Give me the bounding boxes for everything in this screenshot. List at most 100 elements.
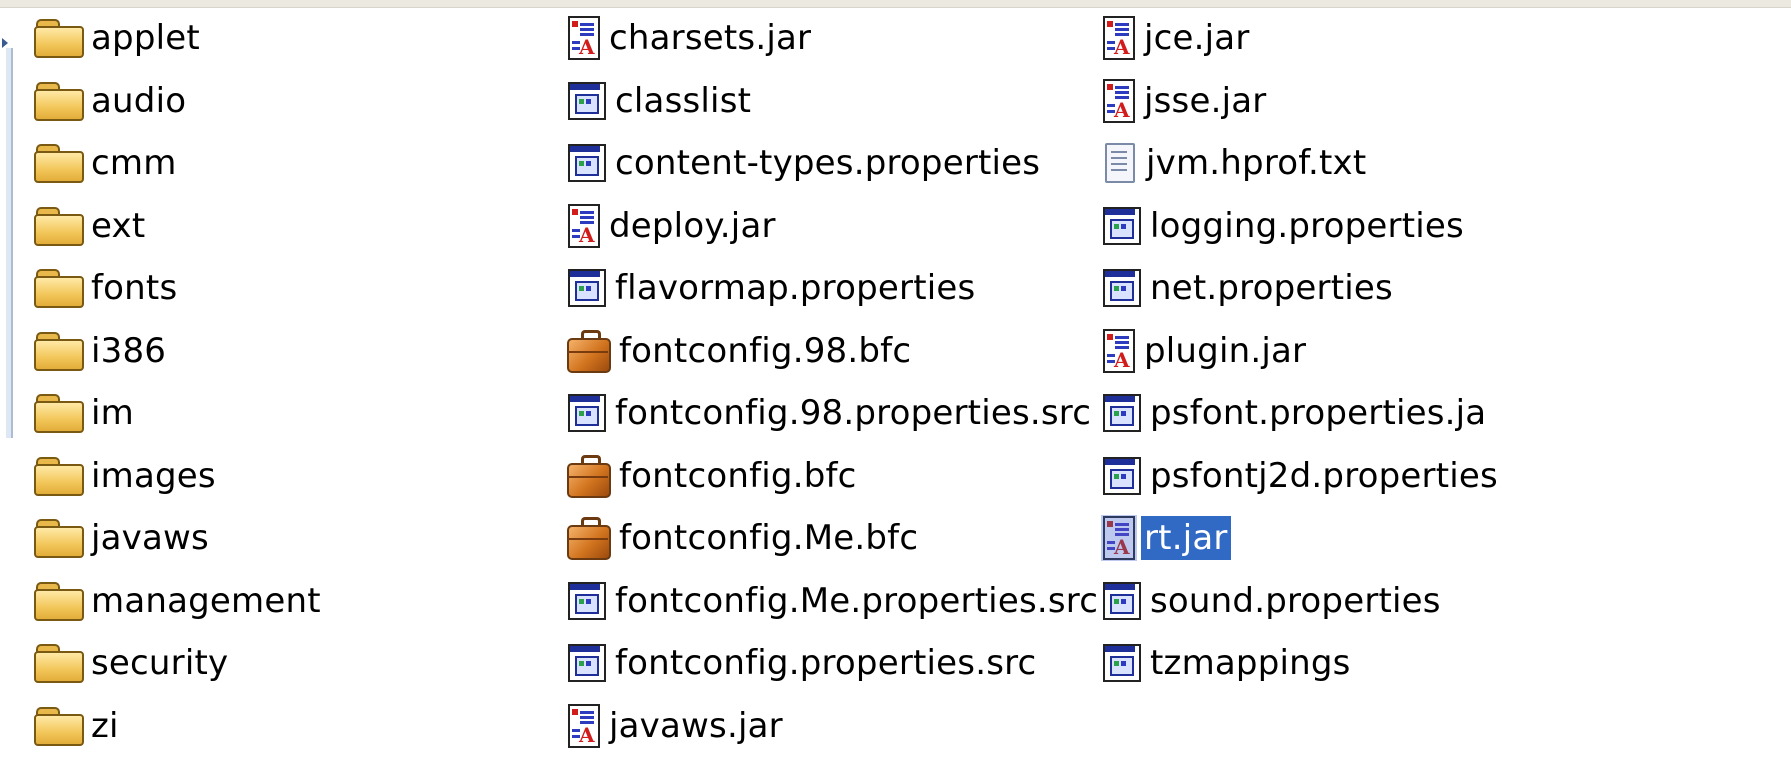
folder-icon (34, 18, 84, 58)
file-item[interactable]: Art.jar (1101, 507, 1501, 570)
folder-item[interactable]: i386 (34, 320, 324, 383)
file-item[interactable]: content-types.properties (566, 132, 1101, 195)
folder-icon (34, 456, 84, 496)
item-label: plugin.jar (1141, 329, 1309, 373)
file-item[interactable]: classlist (566, 70, 1101, 133)
folder-icon (34, 393, 84, 433)
gutter-scroll-bar[interactable] (6, 48, 13, 438)
item-label: deploy.jar (606, 204, 779, 248)
item-label: fontconfig.bfc (616, 454, 860, 498)
file-item[interactable]: fontconfig.98.bfc (566, 320, 1101, 383)
file-item[interactable]: sound.properties (1101, 570, 1501, 633)
item-label: psfont.properties.ja (1147, 391, 1489, 435)
item-label: fontconfig.Me.properties.src (612, 579, 1101, 623)
properties-file-icon (566, 642, 608, 684)
folder-item[interactable]: applet (34, 7, 324, 70)
item-label: im (88, 391, 137, 435)
file-item[interactable]: tzmappings (1101, 632, 1501, 695)
properties-file-icon (566, 267, 608, 309)
file-item[interactable]: psfont.properties.ja (1101, 382, 1501, 445)
briefcase-file-icon (566, 454, 612, 498)
collapse-arrow-icon[interactable] (2, 38, 8, 48)
folder-icon (34, 268, 84, 308)
file-item[interactable]: Ajavaws.jar (566, 695, 1101, 757)
folder-icon (34, 81, 84, 121)
item-label: fontconfig.98.properties.src (612, 391, 1094, 435)
file-item[interactable]: Aplugin.jar (1101, 320, 1501, 383)
file-item[interactable]: fontconfig.properties.src (566, 632, 1101, 695)
folder-icon (34, 518, 84, 558)
properties-file-icon (566, 392, 608, 434)
item-label: audio (88, 79, 189, 123)
item-label: jce.jar (1141, 16, 1253, 60)
file-item[interactable]: jvm.hprof.txt (1101, 132, 1501, 195)
item-label: classlist (612, 79, 754, 123)
folder-item[interactable]: security (34, 632, 324, 695)
folder-item[interactable]: im (34, 382, 324, 445)
jar-file-icon: A (1101, 328, 1137, 374)
left-gutter (0, 8, 14, 755)
item-label: ext (88, 204, 148, 248)
folder-item[interactable]: fonts (34, 257, 324, 320)
file-item[interactable]: psfontj2d.properties (1101, 445, 1501, 508)
file-item[interactable]: Ajsse.jar (1101, 70, 1501, 133)
item-label: applet (88, 16, 203, 60)
item-label: zi (88, 704, 122, 748)
folder-item[interactable]: javaws (34, 507, 324, 570)
file-item[interactable]: fontconfig.Me.bfc (566, 507, 1101, 570)
item-label: charsets.jar (606, 16, 814, 60)
item-label: flavormap.properties (612, 266, 978, 310)
item-label: logging.properties (1147, 204, 1467, 248)
folder-item[interactable]: audio (34, 70, 324, 133)
item-label: security (88, 641, 231, 685)
item-label: fontconfig.98.bfc (616, 329, 914, 373)
folder-item[interactable]: images (34, 445, 324, 508)
folder-item[interactable]: ext (34, 195, 324, 258)
folder-icon (34, 581, 84, 621)
item-label: sound.properties (1147, 579, 1444, 623)
briefcase-file-icon (566, 516, 612, 560)
file-item[interactable]: Adeploy.jar (566, 195, 1101, 258)
item-label: net.properties (1147, 266, 1396, 310)
item-label: content-types.properties (612, 141, 1043, 185)
file-item[interactable]: fontconfig.98.properties.src (566, 382, 1101, 445)
file-item[interactable]: logging.properties (1101, 195, 1501, 258)
folder-icon (34, 143, 84, 183)
jar-file-icon: A (566, 203, 602, 249)
item-label: cmm (88, 141, 180, 185)
briefcase-file-icon (566, 329, 612, 373)
file-item[interactable]: net.properties (1101, 257, 1501, 320)
folder-icon (34, 331, 84, 371)
jar-file-icon: A (1101, 515, 1137, 561)
item-label: fonts (88, 266, 180, 310)
properties-file-icon (1101, 205, 1143, 247)
folder-icon (34, 706, 84, 746)
item-label: javaws (88, 516, 212, 560)
properties-file-icon (566, 580, 608, 622)
folder-item[interactable]: management (34, 570, 324, 633)
file-column-2: Acharsets.jar classlist content-types.prop… (566, 7, 1101, 757)
file-item[interactable]: flavormap.properties (566, 257, 1101, 320)
folder-icon (34, 643, 84, 683)
file-item[interactable]: fontconfig.Me.properties.src (566, 570, 1101, 633)
properties-file-icon (566, 80, 608, 122)
jar-file-icon: A (1101, 15, 1137, 61)
file-item[interactable]: fontconfig.bfc (566, 445, 1101, 508)
folder-item[interactable]: cmm (34, 132, 324, 195)
item-label: management (88, 579, 324, 623)
properties-file-icon (1101, 455, 1143, 497)
item-label: psfontj2d.properties (1147, 454, 1501, 498)
item-label: images (88, 454, 219, 498)
item-label: i386 (88, 329, 169, 373)
properties-file-icon (1101, 642, 1143, 684)
text-file-icon (1101, 141, 1139, 185)
file-item[interactable]: Ajce.jar (1101, 7, 1501, 70)
file-item[interactable]: Acharsets.jar (566, 7, 1101, 70)
properties-file-icon (566, 142, 608, 184)
item-label: jvm.hprof.txt (1143, 141, 1369, 185)
item-label: tzmappings (1147, 641, 1354, 685)
jar-file-icon: A (1101, 78, 1137, 124)
file-column-1: applet audio cmm ext fonts i386 im images javaws… (34, 7, 324, 757)
folder-item[interactable]: zi (34, 695, 324, 757)
file-column-3: Ajce.jarAjsse.jarjvm.hprof.txtlogging.pr… (1101, 7, 1501, 695)
